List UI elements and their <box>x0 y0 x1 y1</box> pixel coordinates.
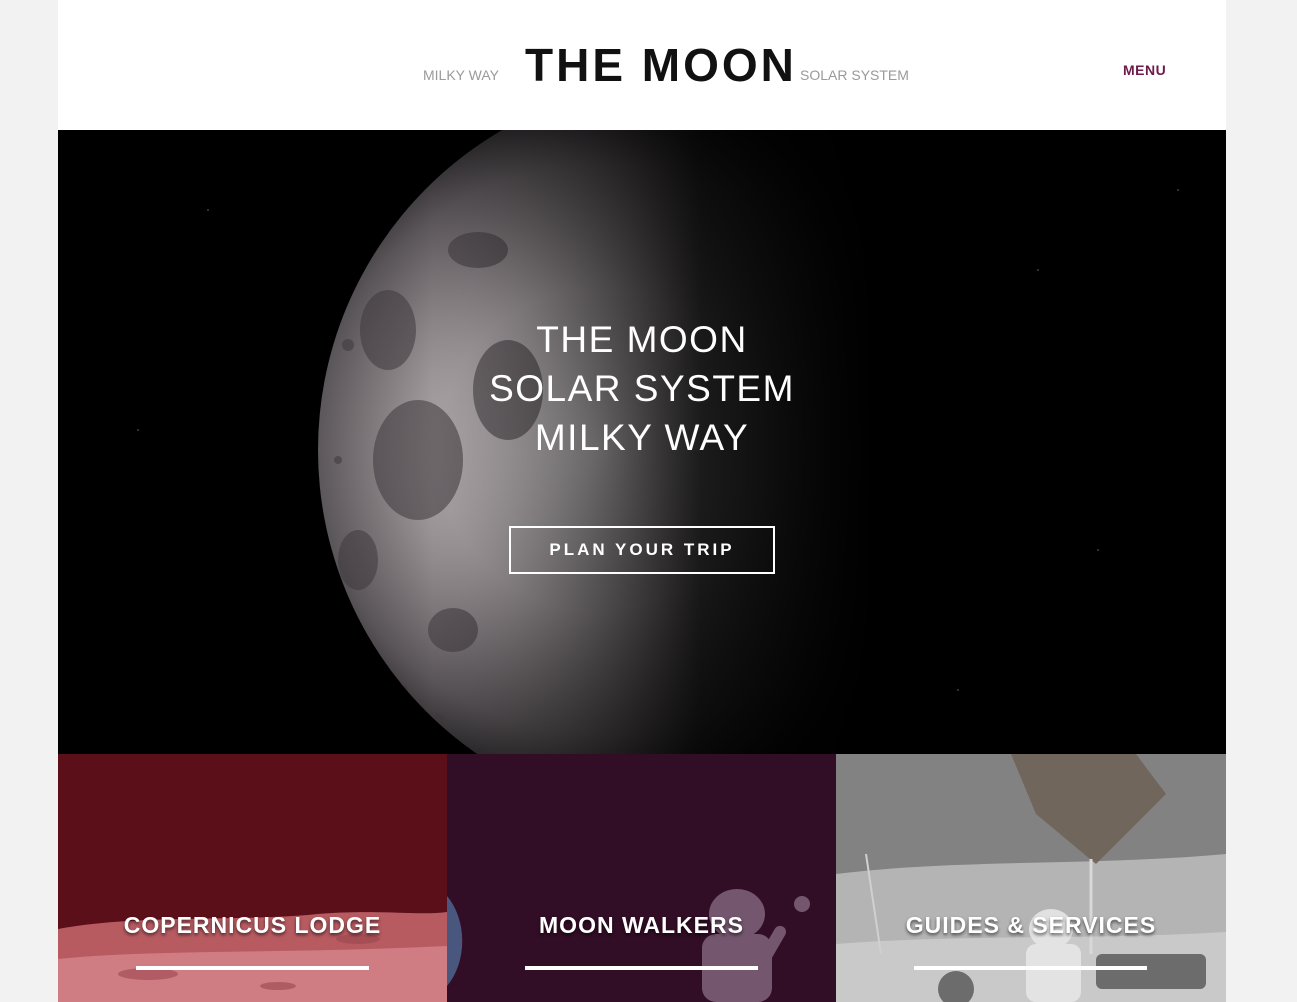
nav-link-solar-system[interactable]: SOLAR SYSTEM <box>800 67 909 83</box>
hero-line-3: MILKY WAY <box>534 417 750 458</box>
site-logo[interactable]: THE MOON <box>525 37 797 93</box>
hero-line-2: SOLAR SYSTEM <box>489 368 795 409</box>
tile-guides-services[interactable]: GUIDES & SERVICES <box>836 754 1226 1002</box>
tile-title: COPERNICUS LODGE <box>123 912 382 938</box>
tile-underline <box>136 966 369 970</box>
nav-link-milky-way[interactable]: MILKY WAY <box>423 67 499 83</box>
lunar-surface-image <box>58 912 447 1002</box>
tile-underline <box>525 966 758 970</box>
lunar-rover-image <box>836 754 1226 1002</box>
tile-title: MOON WALKERS <box>539 912 744 938</box>
hero-headline: THE MOON SOLAR SYSTEM MILKY WAY <box>392 315 892 462</box>
plan-your-trip-button[interactable]: PLAN YOUR TRIP <box>509 526 775 574</box>
tile-underline <box>914 966 1147 970</box>
page: MILKY WAY THE MOON SOLAR SYSTEM MENU THE… <box>58 0 1226 1002</box>
menu-button[interactable]: MENU <box>1123 62 1166 78</box>
hero-banner: THE MOON SOLAR SYSTEM MILKY WAY PLAN YOU… <box>58 130 1226 754</box>
astronaut-image <box>447 889 810 1002</box>
tile-moon-walkers[interactable]: MOON WALKERS <box>447 754 836 1002</box>
tile-title: GUIDES & SERVICES <box>905 912 1157 938</box>
site-header: MILKY WAY THE MOON SOLAR SYSTEM MENU <box>58 0 1226 130</box>
feature-tiles: COPERNICUS LODGE MOON WALKERS GUIDES & S… <box>58 754 1226 1002</box>
tile-copernicus-lodge[interactable]: COPERNICUS LODGE <box>58 754 447 1002</box>
hero-line-1: THE MOON <box>536 319 748 360</box>
